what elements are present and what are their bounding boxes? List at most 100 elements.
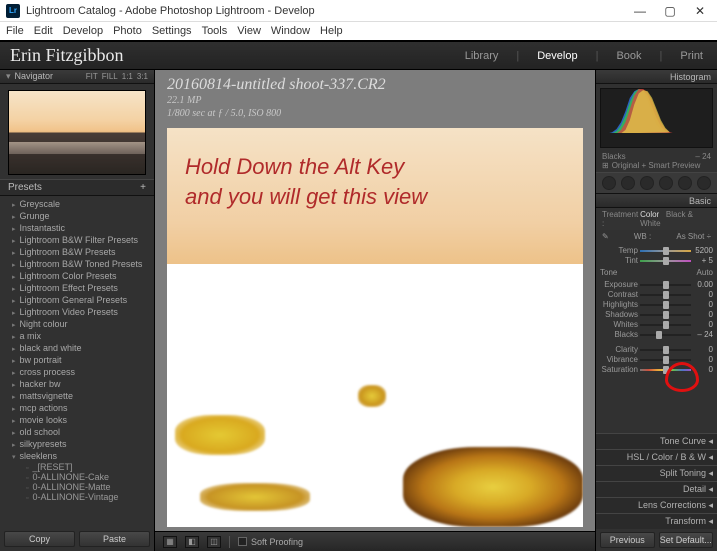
- saturation-slider[interactable]: [640, 367, 691, 373]
- preset-item[interactable]: 0-ALLINONE-Vintage: [0, 492, 154, 502]
- preset-folder[interactable]: Night colour: [0, 318, 154, 330]
- maximize-button[interactable]: ▢: [655, 1, 685, 21]
- blacks-slider[interactable]: [640, 332, 691, 338]
- basic-header[interactable]: Basic: [596, 194, 717, 208]
- preset-item[interactable]: 0-ALLINONE-Cake: [0, 472, 154, 482]
- vibrance-slider[interactable]: [640, 357, 691, 363]
- preset-folder[interactable]: old school: [0, 426, 154, 438]
- panel-header-collapsed[interactable]: Detail ◂: [596, 481, 717, 497]
- slider-value: 0: [693, 355, 713, 364]
- menu-view[interactable]: View: [237, 25, 261, 37]
- temp-slider[interactable]: [640, 248, 691, 254]
- presets-add-icon[interactable]: +: [140, 182, 146, 193]
- redeye-tool-icon[interactable]: [640, 176, 654, 190]
- app-badge-icon: Lr: [6, 4, 20, 18]
- contrast-slider[interactable]: [640, 292, 691, 298]
- module-picker: Library | Develop | Book | Print: [461, 48, 707, 64]
- grad-filter-icon[interactable]: [659, 176, 673, 190]
- panel-header-collapsed[interactable]: Tone Curve ◂: [596, 433, 717, 449]
- presets-header[interactable]: Presets +: [0, 179, 154, 196]
- basic-title: Basic: [689, 196, 711, 206]
- navigator-header[interactable]: Navigator FIT FILL 1:1 3:1: [0, 70, 154, 84]
- close-button[interactable]: ✕: [685, 1, 715, 21]
- soft-proofing-toggle[interactable]: Soft Proofing: [238, 537, 303, 547]
- zoom-3-1[interactable]: 3:1: [137, 72, 148, 81]
- menu-tools[interactable]: Tools: [202, 25, 228, 37]
- spot-tool-icon[interactable]: [621, 176, 635, 190]
- histogram-header[interactable]: Histogram: [596, 70, 717, 84]
- navigator-title: Navigator: [6, 71, 53, 82]
- module-develop[interactable]: Develop: [533, 48, 581, 64]
- panel-header-collapsed[interactable]: Split Toning ◂: [596, 465, 717, 481]
- preset-folder[interactable]: Lightroom B&W Presets: [0, 246, 154, 258]
- menu-help[interactable]: Help: [320, 25, 343, 37]
- highlights-slider[interactable]: [640, 302, 691, 308]
- panel-header-collapsed[interactable]: HSL / Color / B & W ◂: [596, 449, 717, 465]
- preset-folder[interactable]: cross process: [0, 366, 154, 378]
- module-print[interactable]: Print: [676, 48, 707, 64]
- preset-folder[interactable]: mcp actions: [0, 402, 154, 414]
- menu-file[interactable]: File: [6, 25, 24, 37]
- shadows-slider[interactable]: [640, 312, 691, 318]
- module-book[interactable]: Book: [612, 48, 645, 64]
- preset-folder[interactable]: a mix: [0, 330, 154, 342]
- preset-folder[interactable]: bw portrait: [0, 354, 154, 366]
- treatment-row: Treatment : Color Black & White: [596, 208, 717, 230]
- radial-filter-icon[interactable]: [678, 176, 692, 190]
- slider-label: Saturation: [600, 365, 638, 374]
- preset-folder[interactable]: Greyscale: [0, 198, 154, 210]
- clarity-slider[interactable]: [640, 347, 691, 353]
- whites-slider[interactable]: [640, 322, 691, 328]
- panel-header-collapsed[interactable]: Lens Corrections ◂: [596, 497, 717, 513]
- preset-folder[interactable]: silkypresets: [0, 438, 154, 450]
- zoom-fit[interactable]: FIT: [86, 72, 98, 81]
- preset-item[interactable]: 0-ALLINONE-Matte: [0, 482, 154, 492]
- menu-window[interactable]: Window: [271, 25, 310, 37]
- menu-edit[interactable]: Edit: [34, 25, 53, 37]
- exposure-slider[interactable]: [640, 282, 691, 288]
- preset-folder[interactable]: Lightroom General Presets: [0, 294, 154, 306]
- setdefault-button[interactable]: Set Default...: [659, 532, 714, 548]
- wb-eyedropper-icon[interactable]: ✎: [602, 232, 609, 241]
- zoom-1-1[interactable]: 1:1: [122, 72, 133, 81]
- panel-header-collapsed[interactable]: Transform ◂: [596, 513, 717, 529]
- crop-tool-icon[interactable]: [602, 176, 616, 190]
- preset-folder[interactable]: Instantastic: [0, 222, 154, 234]
- paste-button[interactable]: Paste: [79, 531, 150, 547]
- menu-settings[interactable]: Settings: [152, 25, 192, 37]
- slider-value: – 24: [693, 330, 713, 339]
- clipping-blob: [175, 415, 265, 455]
- preset-folder[interactable]: Lightroom Color Presets: [0, 270, 154, 282]
- minimize-button[interactable]: —: [625, 1, 655, 21]
- treatment-color[interactable]: Color: [640, 210, 659, 219]
- preset-folder[interactable]: sleeklens: [0, 450, 154, 462]
- before-after-icon[interactable]: ◧: [185, 536, 199, 548]
- module-library[interactable]: Library: [461, 48, 503, 64]
- preset-folder[interactable]: Grunge: [0, 210, 154, 222]
- navigator-thumbnail[interactable]: [0, 84, 154, 179]
- brush-tool-icon[interactable]: [697, 176, 711, 190]
- menu-develop[interactable]: Develop: [63, 25, 103, 37]
- preset-folder[interactable]: Lightroom Effect Presets: [0, 282, 154, 294]
- copy-button[interactable]: Copy: [4, 531, 75, 547]
- zoom-fill[interactable]: FILL: [102, 72, 118, 81]
- image-canvas[interactable]: Hold Down the Alt Key and you will get t…: [167, 128, 583, 527]
- preset-folder[interactable]: hacker bw: [0, 378, 154, 390]
- slider-value: 0: [693, 345, 713, 354]
- preset-folder[interactable]: movie looks: [0, 414, 154, 426]
- compare-icon[interactable]: ◫: [207, 536, 221, 548]
- wb-dropdown[interactable]: As Shot ÷: [676, 232, 711, 241]
- preset-folder[interactable]: Lightroom B&W Filter Presets: [0, 234, 154, 246]
- menu-photo[interactable]: Photo: [113, 25, 142, 37]
- checkbox-icon[interactable]: [238, 537, 247, 546]
- histogram-chart[interactable]: [600, 88, 713, 148]
- preset-folder[interactable]: black and white: [0, 342, 154, 354]
- preset-item[interactable]: _[RESET]: [0, 462, 154, 472]
- loupe-view-icon[interactable]: ▦: [163, 536, 177, 548]
- previous-button[interactable]: Previous: [600, 532, 655, 548]
- tone-auto-button[interactable]: Auto: [697, 268, 713, 277]
- preset-folder[interactable]: Lightroom Video Presets: [0, 306, 154, 318]
- preset-folder[interactable]: Lightroom B&W Toned Presets: [0, 258, 154, 270]
- preset-folder[interactable]: mattsvignette: [0, 390, 154, 402]
- tint-slider[interactable]: [640, 258, 691, 264]
